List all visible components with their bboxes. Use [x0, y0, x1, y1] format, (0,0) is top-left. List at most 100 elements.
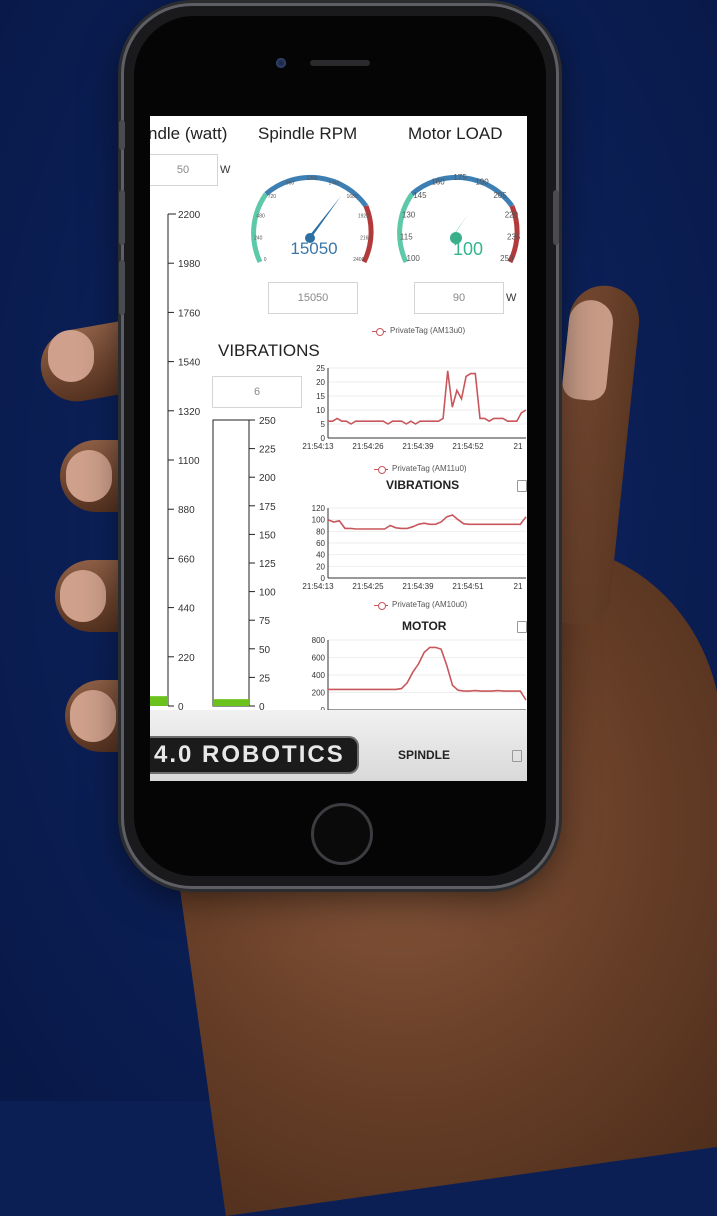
y-tick-label: 600 — [312, 654, 326, 663]
y-tick-label: 400 — [312, 671, 326, 680]
chart2-legend-label: PrivateTag (AM11u0) — [392, 464, 467, 473]
y-tick-label: 60 — [316, 539, 325, 548]
gauge-tick-label: 1200 — [306, 176, 317, 182]
motor-load-value: 90 — [414, 282, 504, 314]
vibrations-fill — [213, 699, 249, 706]
legend-marker-icon — [374, 465, 388, 474]
series-line — [328, 370, 527, 425]
legend-marker-icon — [374, 601, 388, 610]
home-button[interactable] — [311, 803, 373, 865]
y-tick-label: 20 — [316, 378, 325, 387]
front-camera — [276, 58, 286, 68]
nav-item-spindle[interactable]: SPINDLE — [398, 748, 450, 762]
robotics-logo: 4.0 ROBOTICS — [150, 736, 359, 774]
y-tick-label: 800 — [312, 636, 326, 645]
gauge-tick-label: 1920 — [358, 213, 369, 219]
chart1-legend[interactable]: PrivateTag (AM13u0) — [372, 326, 465, 336]
bar-tick-label: 200 — [259, 473, 276, 484]
x-tick-label: 21 — [514, 442, 523, 451]
gauge-title-motor-load: Motor LOAD — [408, 124, 503, 143]
vibrations-title: VIBRATIONS — [218, 341, 320, 360]
legend-marker-icon — [372, 327, 386, 336]
chart3-legend[interactable]: PrivateTag (AM10u0) — [374, 600, 467, 610]
y-tick-label: 120 — [312, 504, 326, 513]
volume-button — [119, 190, 125, 245]
chart-am11: 12010080604020021:54:13 21:54:25 21:54:39 2… — [302, 504, 527, 591]
x-tick-label: 21:54:39 — [402, 442, 434, 451]
gauge-tick-label: 115 — [400, 233, 413, 242]
y-tick-label: 200 — [312, 689, 326, 698]
bar-tick-label: 75 — [259, 616, 271, 627]
spindle-rpm-reading: 15050 — [290, 239, 337, 258]
gauge-tick-label: 235 — [507, 233, 521, 242]
vibrations-value: 6 — [212, 376, 302, 408]
gauge-tick-label: 2400 — [353, 257, 364, 263]
spindle-rpm-value: 15050 — [268, 282, 358, 314]
gauge-tick-label: 0 — [264, 257, 267, 263]
gauge-title-spindle-rpm: Spindle RPM — [258, 124, 358, 143]
fingernail — [48, 330, 94, 382]
bar-tick-label: 1760 — [178, 308, 201, 319]
fingernail — [70, 690, 116, 742]
chart3-title: MOTOR — [402, 619, 447, 633]
bottom-nav: 4.0 ROBOTICS SPINDLE — [150, 710, 527, 781]
bar-tick-label: 440 — [178, 604, 195, 615]
spindle-power-fill — [150, 696, 168, 706]
chart-menu-icon[interactable] — [517, 621, 527, 633]
gauge-tick-label: 960 — [286, 181, 295, 187]
gauge-title-spindle-power: ndle (watt) — [150, 124, 228, 143]
gauge-tick-label: 175 — [453, 173, 467, 182]
bar-tick-label: 100 — [259, 588, 276, 599]
gauge-tick-label: 1440 — [328, 181, 339, 187]
nav-menu-icon[interactable] — [512, 750, 522, 762]
bar-tick-label: 175 — [259, 502, 276, 513]
power-button — [553, 190, 559, 245]
y-tick-label: 80 — [316, 527, 325, 536]
bar-tick-label: 1980 — [178, 259, 201, 270]
y-tick-label: 5 — [321, 420, 326, 429]
speaker-grille — [310, 60, 370, 66]
gauge-tick-label: 160 — [431, 178, 445, 187]
spindle-power-value: 50 — [150, 154, 218, 186]
bar-tick-label: 1100 — [178, 456, 200, 467]
motor-load-reading: 100 — [453, 239, 483, 259]
series-line — [327, 514, 527, 530]
y-tick-label: 15 — [316, 392, 325, 401]
gauge-tick-label: 240 — [254, 236, 263, 242]
fingernail — [60, 570, 106, 622]
gauge-tick-label: 100 — [407, 254, 421, 263]
x-tick-label: 21:54:13 — [302, 582, 334, 591]
gauge-tick-label: 220 — [505, 210, 519, 219]
y-tick-label: 100 — [312, 516, 326, 525]
y-tick-label: 20 — [316, 562, 325, 571]
volume-button — [119, 120, 125, 150]
x-tick-label: 21:54:26 — [352, 442, 384, 451]
gauge-tick-label: 145 — [413, 191, 427, 200]
chart-am13: 252015105021:54:13 21:54:26 21:54:39 21:54:… — [302, 364, 527, 451]
vibrations-bar: 2502252001751501251007550250 — [212, 416, 276, 713]
bar-tick-label: 1540 — [178, 358, 201, 369]
gauge-tick-label: 190 — [475, 178, 489, 187]
bar-tick-label: 2200 — [178, 210, 201, 221]
spindle-rpm-gauge: 0 240 480 720 960 1200 1440 1680 1920 2160 2400 15… — [251, 174, 374, 264]
bar-tick-label: 880 — [178, 505, 195, 516]
chart2-legend[interactable]: PrivateTag (AM11u0) — [374, 464, 467, 474]
gauge-tick-label: 250 — [500, 254, 514, 263]
fingernail — [66, 450, 112, 502]
bar-tick-label: 225 — [259, 445, 276, 456]
chart-menu-icon[interactable] — [517, 480, 527, 492]
motor-load-gauge: 100 115 130 145 160 175 190 205 220 235 250 100 — [397, 173, 521, 264]
bar-tick-label: 25 — [259, 673, 271, 684]
gauge-tick-label: 720 — [268, 194, 277, 200]
gauge-tick-label: 1680 — [347, 194, 358, 200]
x-tick-label: 21:54:13 — [302, 442, 334, 451]
gauge-tick-label: 480 — [256, 213, 265, 219]
bar-tick-label: 125 — [259, 559, 276, 570]
chart2-title: VIBRATIONS — [386, 478, 460, 492]
gauge-tick-label: 130 — [402, 210, 416, 219]
bar-tick-label: 250 — [259, 416, 276, 427]
bar-tick-label: 660 — [178, 554, 195, 565]
x-tick-label: 21:54:25 — [352, 582, 384, 591]
spindle-power-unit: W — [220, 164, 231, 176]
x-tick-label: 21:54:51 — [452, 582, 484, 591]
